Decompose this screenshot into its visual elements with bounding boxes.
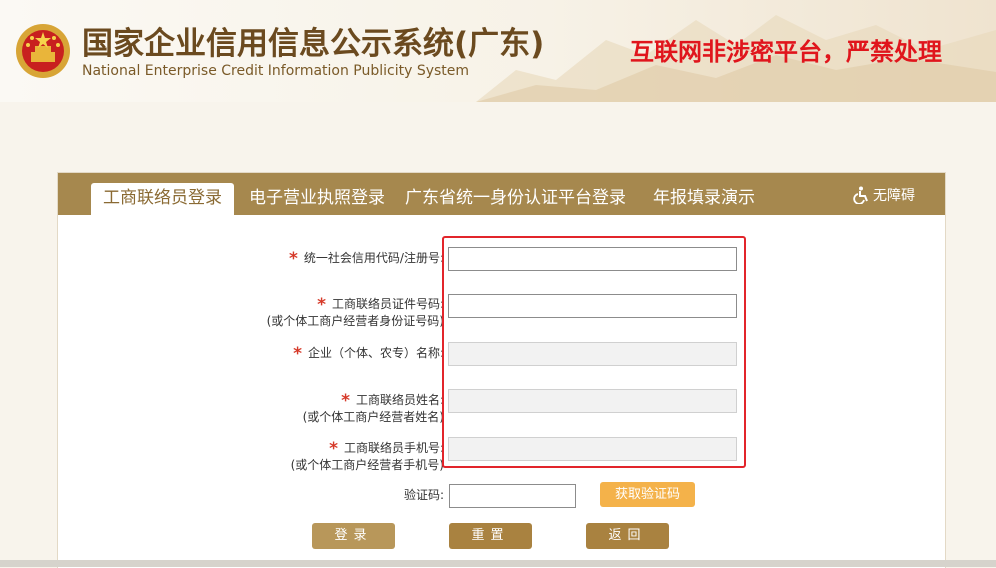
national-emblem-icon <box>16 24 70 78</box>
required-star: * <box>289 249 298 269</box>
captcha-input[interactable] <box>449 484 576 508</box>
credit-code-label: * 统一社会信用代码/注册号: <box>289 249 444 269</box>
reset-button[interactable]: 重置 <box>449 523 532 549</box>
wheelchair-icon <box>853 186 868 205</box>
back-button[interactable]: 返回 <box>586 523 669 549</box>
get-captcha-button[interactable]: 获取验证码 <box>600 482 695 507</box>
accessibility-button[interactable]: 无障碍 <box>852 185 915 205</box>
tab-annual-report-demo[interactable]: 年报填录演示 <box>653 183 755 215</box>
id-number-label: * 工商联络员证件号码: (或个体工商户经营者身份证号码) <box>266 295 444 329</box>
system-title-english: National Enterprise Credit Information P… <box>82 63 470 79</box>
login-button[interactable]: 登录 <box>312 523 395 549</box>
required-star: * <box>293 344 302 364</box>
highlight-box <box>442 236 746 468</box>
contact-name-label: * 工商联络员姓名: (或个体工商户经营者姓名) <box>302 391 444 425</box>
required-star: * <box>341 391 350 411</box>
login-tabbar: 工商联络员登录 电子营业执照登录 广东省统一身份认证平台登录 年报填录演示 无障… <box>58 173 945 215</box>
accessibility-label: 无障碍 <box>873 188 915 204</box>
tab-liaison-login[interactable]: 工商联络员登录 <box>91 183 234 215</box>
tab-e-license-login[interactable]: 电子营业执照登录 <box>249 183 385 215</box>
page-header: 国家企业信用信息公示系统(广东) National Enterprise Cre… <box>0 0 996 102</box>
tab-gd-identity-login[interactable]: 广东省统一身份认证平台登录 <box>405 183 626 215</box>
required-star: * <box>317 295 326 315</box>
horizontal-scrollbar[interactable] <box>0 560 996 567</box>
system-title: 国家企业信用信息公示系统(广东) <box>82 26 545 62</box>
captcha-label: 验证码: <box>403 488 444 502</box>
company-name-label: * 企业（个体、农专）名称: <box>293 344 444 364</box>
security-notice: 互联网非涉密平台，严禁处理 <box>630 38 942 66</box>
contact-phone-label: * 工商联络员手机号: (或个体工商户经营者手机号) <box>290 439 444 473</box>
required-star: * <box>329 439 338 459</box>
